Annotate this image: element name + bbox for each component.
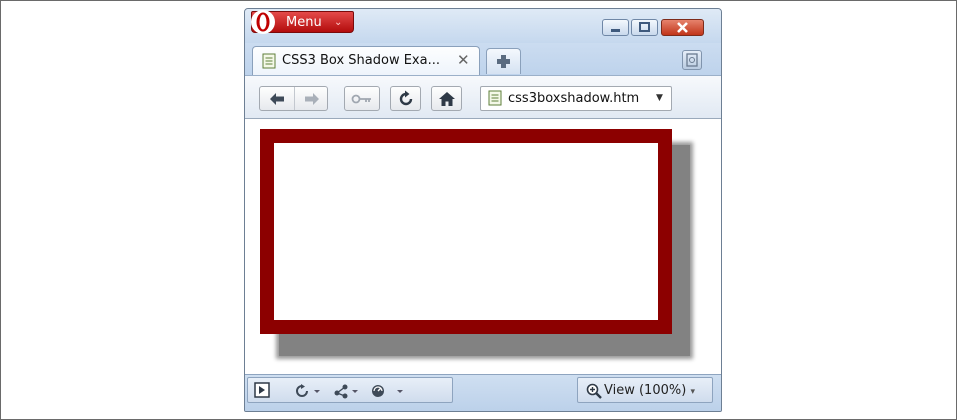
tab-title: CSS3 Box Shadow Exa...	[282, 53, 440, 68]
maximize-button[interactable]	[631, 19, 658, 36]
home-button[interactable]	[431, 86, 462, 111]
minimize-icon	[611, 29, 620, 32]
key-icon	[351, 94, 371, 103]
page-content	[245, 119, 721, 374]
chevron-down-icon: ▾	[690, 387, 695, 397]
tab-strip: CSS3 Box Shadow Exa... ✕	[245, 43, 721, 75]
closed-tabs-trash-button[interactable]	[682, 50, 702, 70]
forward-icon	[305, 92, 319, 105]
bordered-box	[260, 129, 672, 334]
address-url: css3boxshadow.htm	[508, 91, 640, 106]
forward-button[interactable]	[294, 87, 329, 110]
home-icon	[438, 91, 455, 106]
opera-logo-icon	[251, 10, 275, 34]
title-bar: Menu ⌄	[245, 9, 721, 43]
navigation-bar: css3boxshadow.htm ▼	[245, 75, 721, 119]
chevron-down-icon: ⌄	[334, 17, 343, 28]
new-tab-icon	[497, 55, 510, 68]
reload-icon	[399, 90, 412, 105]
reload-button[interactable]	[390, 86, 421, 111]
tab-close-icon[interactable]: ✕	[457, 51, 470, 69]
address-dropdown-icon[interactable]: ▼	[656, 93, 663, 103]
panel-toggle-icon[interactable]	[254, 382, 270, 398]
minimize-button[interactable]	[602, 19, 629, 36]
status-left-group	[247, 377, 453, 403]
key-button[interactable]	[344, 86, 380, 111]
zoom-icon	[586, 383, 602, 399]
menu-label: Menu	[286, 15, 322, 30]
back-button[interactable]	[260, 87, 294, 110]
zoom-value: View (100%)	[604, 383, 687, 398]
back-forward-group	[259, 86, 328, 111]
browser-window: Menu ⌄ CSS3 Box Shadow Exa... ✕ css3boxs…	[244, 8, 722, 412]
close-window-button[interactable]	[661, 19, 704, 36]
zoom-control[interactable]: View (100%) ▾	[577, 377, 713, 403]
unite-icon[interactable]	[333, 383, 361, 399]
new-tab-button[interactable]	[486, 48, 521, 74]
tab-css3-box-shadow[interactable]: CSS3 Box Shadow Exa... ✕	[252, 46, 480, 75]
page-icon	[488, 90, 502, 106]
address-field[interactable]: css3boxshadow.htm ▼	[480, 86, 672, 111]
back-icon	[270, 92, 284, 105]
turbo-icon[interactable]	[371, 383, 411, 399]
status-bar: View (100%) ▾	[245, 374, 721, 411]
maximize-icon	[639, 22, 650, 32]
page-icon	[262, 53, 276, 69]
sync-icon[interactable]	[295, 384, 323, 398]
zoom-label: View (100%) ▾	[604, 383, 695, 398]
opera-menu-button[interactable]: Menu ⌄	[251, 10, 354, 34]
close-icon	[677, 22, 688, 33]
trash-icon	[686, 53, 698, 67]
